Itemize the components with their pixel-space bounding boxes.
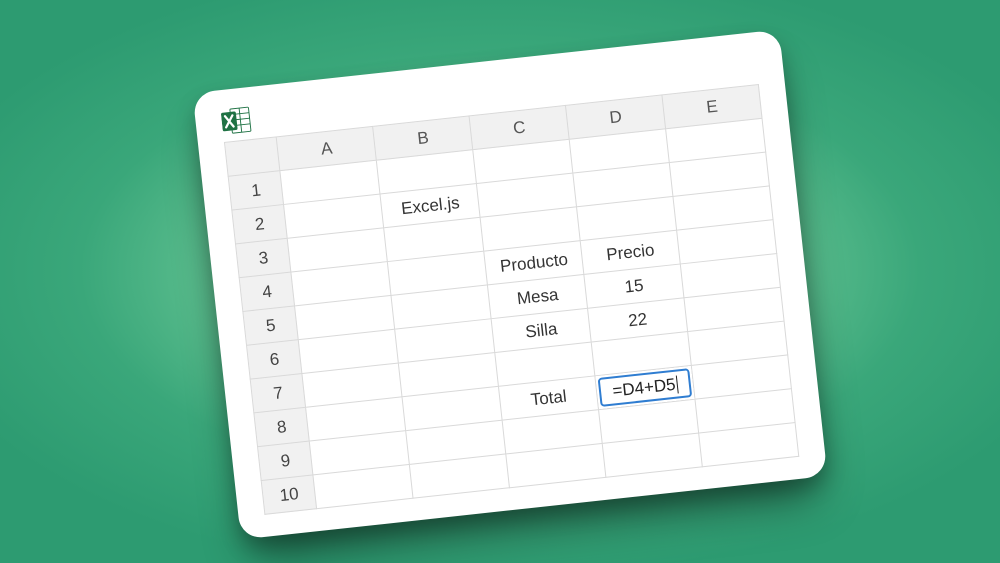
row-header-9[interactable]: 9 [258,441,314,480]
row-header-6[interactable]: 6 [247,340,303,379]
select-all-corner[interactable] [224,137,280,176]
row-header-2[interactable]: 2 [232,204,288,243]
row-header-8[interactable]: 8 [254,407,310,446]
row-header-7[interactable]: 7 [250,373,306,412]
spreadsheet-grid[interactable]: A B C D E 1 2 Excel.js 3 4 Producto Prec… [224,84,799,515]
row-header-10[interactable]: 10 [261,475,317,514]
row-header-3[interactable]: 3 [236,238,292,277]
cell-editor-text: =D4+D5 [611,374,676,401]
row-header-4[interactable]: 4 [239,272,295,311]
spreadsheet-window: A B C D E 1 2 Excel.js 3 4 Producto Prec… [192,29,827,539]
row-header-1[interactable]: 1 [228,171,284,210]
row-header-5[interactable]: 5 [243,306,299,345]
background: A B C D E 1 2 Excel.js 3 4 Producto Prec… [0,0,1000,563]
excel-icon [220,105,253,136]
